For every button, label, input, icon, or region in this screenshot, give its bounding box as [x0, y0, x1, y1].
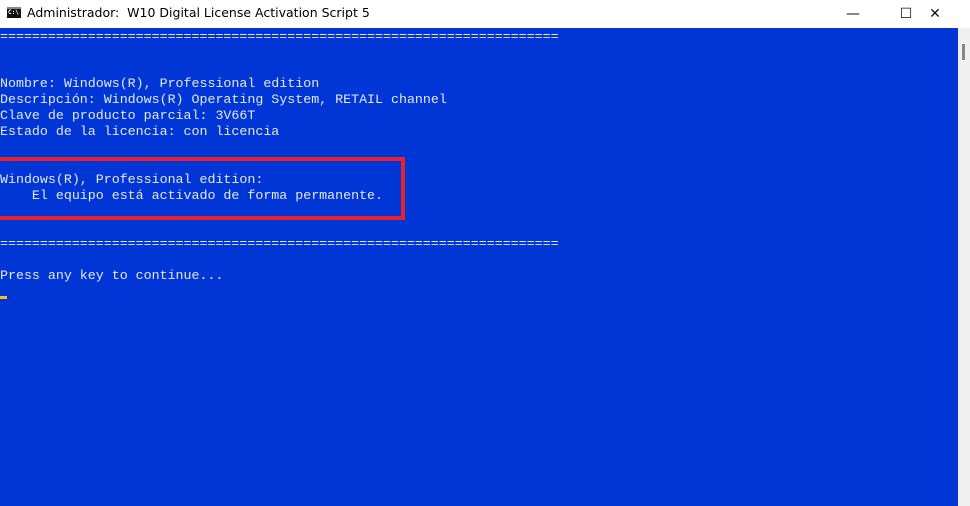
- console-icon: C:\: [7, 7, 21, 18]
- separator-line: ========================================…: [0, 236, 559, 251]
- close-button[interactable]: ✕: [912, 0, 958, 28]
- title-bar[interactable]: C:\ Administrador: W10 Digital License A…: [0, 0, 970, 28]
- text-cursor: [0, 296, 7, 299]
- separator-line: ========================================…: [0, 29, 559, 44]
- description-line: Descripción: Windows(R) Operating System…: [0, 92, 447, 107]
- license-status-line: Estado de la licencia: con licencia: [0, 124, 280, 139]
- continue-prompt: Press any key to continue...: [0, 268, 224, 283]
- vertical-scrollbar[interactable]: [958, 28, 970, 506]
- scrollbar-thumb[interactable]: [962, 44, 965, 60]
- minimize-button[interactable]: —: [830, 0, 876, 28]
- highlight-box: [0, 157, 405, 220]
- name-line: Nombre: Windows(R), Professional edition: [0, 76, 320, 91]
- partial-key-line: Clave de producto parcial: 3V66T: [0, 108, 256, 123]
- console-output[interactable]: ========================================…: [0, 28, 958, 506]
- window-title: Administrador: W10 Digital License Activ…: [27, 5, 370, 20]
